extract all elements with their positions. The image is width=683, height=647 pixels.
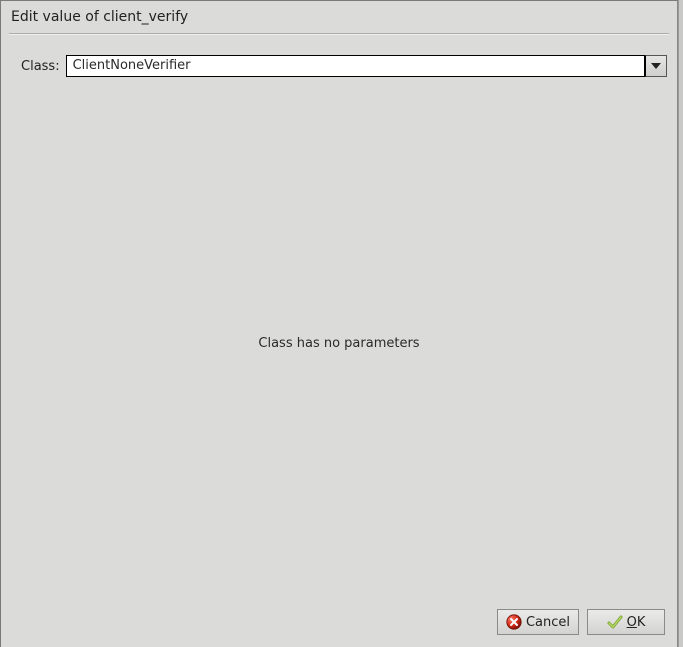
class-row: Class: ClientNoneVerifier (1, 35, 677, 77)
cancel-button[interactable]: Cancel (497, 609, 579, 635)
ok-check-icon (607, 614, 623, 630)
class-combobox-toggle[interactable] (645, 55, 667, 77)
ok-button[interactable]: OK (587, 609, 665, 635)
chevron-down-icon (651, 63, 661, 69)
class-combobox-value[interactable]: ClientNoneVerifier (66, 55, 645, 77)
cancel-icon (506, 614, 522, 630)
no-parameters-message: Class has no parameters (258, 336, 419, 351)
parameters-area: Class has no parameters (1, 77, 677, 609)
window-right-edge (678, 0, 683, 647)
dialog-button-bar: Cancel OK (1, 609, 677, 647)
class-combobox[interactable]: ClientNoneVerifier (66, 55, 667, 77)
edit-value-dialog: Edit value of client_verify Class: Clien… (0, 0, 678, 647)
dialog-header: Edit value of client_verify (1, 1, 677, 31)
ok-button-label: OK (627, 615, 646, 630)
dialog-title: Edit value of client_verify (11, 9, 667, 25)
class-label: Class: (21, 59, 60, 74)
cancel-button-label: Cancel (526, 615, 570, 630)
